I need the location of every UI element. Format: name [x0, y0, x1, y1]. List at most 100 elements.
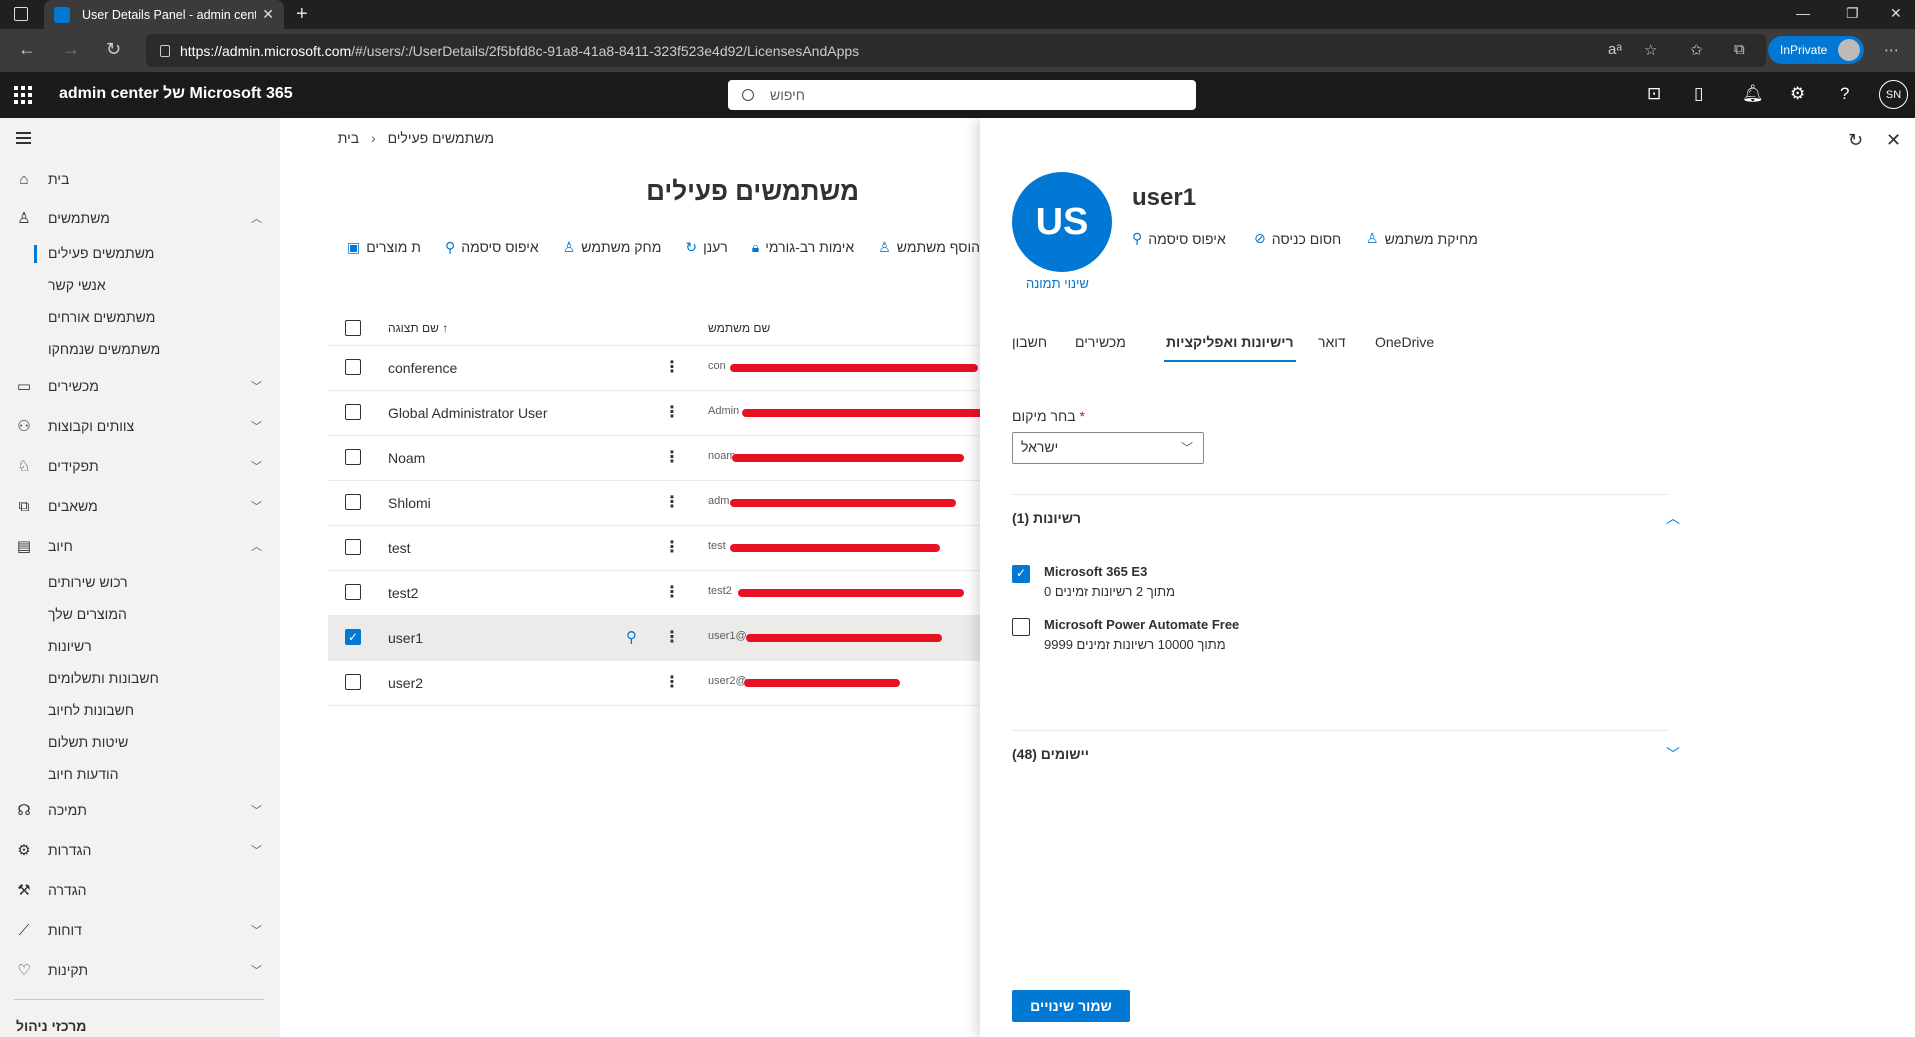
row-display-name[interactable]: Global Administrator User: [388, 405, 548, 421]
tab-mail[interactable]: דואר: [1318, 334, 1346, 350]
reset-password-action[interactable]: ⚲ איפוס סיסמה: [1132, 230, 1226, 247]
licenses-section-header[interactable]: רשיונות (1): [1012, 510, 1081, 526]
delete-user-button[interactable]: ♙ מחק משתמש: [563, 234, 662, 260]
notifications-icon[interactable]: 🔔︎: [1742, 84, 1764, 104]
terminal-icon[interactable]: ⊡: [1647, 84, 1661, 104]
more-actions-icon[interactable]: ⋮: [664, 672, 680, 692]
chevron-up-icon[interactable]: ︿: [1666, 508, 1680, 528]
search-box[interactable]: חיפוש: [728, 80, 1196, 110]
panel-close-icon[interactable]: ✕: [1886, 130, 1901, 151]
more-actions-icon[interactable]: ⋮: [664, 582, 680, 602]
save-changes-button[interactable]: שמור שינויים: [1012, 990, 1130, 1022]
select-all-checkbox[interactable]: [345, 320, 361, 336]
row-checkbox[interactable]: [345, 404, 361, 420]
back-icon[interactable]: ←: [18, 39, 36, 60]
license-checkbox-checked[interactable]: ✓: [1012, 565, 1030, 583]
block-sign-in-action[interactable]: ⊘ חסום כניסה: [1254, 230, 1341, 247]
collapse-nav-icon[interactable]: [16, 132, 31, 147]
nav-support[interactable]: ☊ תמיכה ﹀: [0, 794, 280, 826]
tab-licenses-apps[interactable]: רישיונות ואפליקציות: [1164, 334, 1296, 362]
tab-account[interactable]: חשבון: [1012, 334, 1047, 350]
license-checkbox[interactable]: [1012, 618, 1030, 636]
row-display-name[interactable]: conference: [388, 360, 457, 376]
table-row[interactable]: conference ⋮ con: [328, 346, 980, 391]
table-row-selected[interactable]: ✓ user1 ⚲ ⋮ user1@: [328, 616, 980, 661]
nav-home[interactable]: ⌂ בית: [0, 163, 280, 195]
row-display-name[interactable]: Noam: [388, 450, 425, 466]
more-menu-icon[interactable]: ⋯: [1884, 41, 1899, 59]
nav-active-users[interactable]: משתמשים פעילים: [33, 245, 154, 263]
restore-icon[interactable]: ❐: [1846, 5, 1859, 22]
tab-onedrive[interactable]: OneDrive: [1375, 334, 1434, 350]
row-checkbox-checked[interactable]: ✓: [345, 629, 361, 645]
tab-close-icon[interactable]: ✕: [262, 6, 274, 23]
nav-deleted-users[interactable]: משתמשים שנמחקו: [48, 341, 160, 357]
more-actions-icon[interactable]: ⋮: [664, 447, 680, 467]
add-user-button[interactable]: ♙ הוסף משתמש: [878, 234, 980, 260]
more-actions-icon[interactable]: ⋮: [664, 627, 680, 647]
row-display-name[interactable]: Shlomi: [388, 495, 431, 511]
account-avatar[interactable]: SN: [1879, 80, 1908, 109]
collections-icon[interactable]: ⧉: [1734, 41, 1745, 58]
nav-billing-notifications[interactable]: הודעות חיוב: [48, 766, 118, 782]
help-icon[interactable]: ?: [1840, 84, 1849, 104]
reset-password-button[interactable]: ⚲ איפוס סיסמה: [445, 234, 539, 260]
search-user-icon[interactable]: ⚲: [626, 628, 637, 646]
window-menu-icon[interactable]: [14, 7, 28, 21]
row-checkbox[interactable]: [345, 449, 361, 465]
favorites-icon[interactable]: ✩: [1690, 41, 1703, 59]
read-aloud-icon[interactable]: a͏ᵃ: [1608, 41, 1622, 58]
inprivate-badge[interactable]: InPrivate: [1768, 36, 1864, 64]
nav-licenses[interactable]: רשיונות: [48, 638, 92, 654]
table-row[interactable]: test2 ⋮ test2: [328, 571, 980, 616]
table-row[interactable]: Shlomi ⋮ adm: [328, 481, 980, 526]
chevron-down-icon[interactable]: ﹀: [1666, 744, 1680, 764]
table-row[interactable]: Global Administrator User ⋮ Admin: [328, 391, 994, 436]
location-dropdown[interactable]: ישראל ﹀: [1012, 432, 1204, 464]
url-field[interactable]: https://admin.microsoft.com /#/users/:/U…: [146, 34, 1766, 67]
new-tab-icon[interactable]: +: [296, 3, 308, 26]
table-row[interactable]: Noam ⋮ noam: [328, 436, 980, 481]
nav-billing-accounts[interactable]: חשבונות לחיוב: [48, 702, 134, 718]
refresh-button[interactable]: ↻ רענן: [685, 234, 727, 260]
more-actions-icon[interactable]: ⋮: [664, 402, 680, 422]
row-checkbox[interactable]: [345, 359, 361, 375]
tab-devices[interactable]: מכשירים: [1075, 334, 1126, 350]
mobile-app-icon[interactable]: ▯: [1694, 84, 1703, 104]
nav-health[interactable]: ♡ תקינות ﹀: [0, 954, 280, 986]
nav-resources[interactable]: ⧉ משאבים ﹀: [0, 490, 280, 522]
nav-settings[interactable]: ⚙ הגדרות ﹀: [0, 834, 280, 866]
minimize-icon[interactable]: —: [1796, 5, 1810, 21]
row-checkbox[interactable]: [345, 674, 361, 690]
row-display-name[interactable]: test2: [388, 585, 418, 601]
nav-roles[interactable]: ♘ תפקידים ﹀: [0, 450, 280, 482]
app-title[interactable]: admin center של Microsoft 365: [59, 85, 293, 103]
change-photo-link[interactable]: שינוי תמונה: [1026, 276, 1089, 291]
nav-payment-methods[interactable]: שיטות תשלום: [48, 734, 128, 750]
browser-tab[interactable]: User Details Panel - admin cente ✕: [44, 0, 284, 29]
app-launcher-icon[interactable]: [14, 86, 32, 104]
nav-users[interactable]: ♙ משתמשים ︿: [0, 202, 280, 234]
manage-products-button[interactable]: ▣ ת מוצרים: [347, 234, 421, 260]
add-favorite-icon[interactable]: ☆: [1644, 41, 1657, 59]
row-checkbox[interactable]: [345, 539, 361, 555]
delete-user-action[interactable]: ♙ מחיקת משתמש: [1366, 230, 1478, 247]
row-display-name[interactable]: user1: [388, 630, 423, 646]
col-username-header[interactable]: שם משתמש: [708, 321, 770, 335]
forward-icon[interactable]: →: [62, 39, 80, 60]
breadcrumb-home[interactable]: בית: [338, 130, 359, 146]
more-actions-icon[interactable]: ⋮: [664, 492, 680, 512]
more-actions-icon[interactable]: ⋮: [664, 357, 680, 377]
reload-icon[interactable]: ↻: [106, 39, 121, 60]
settings-gear-icon[interactable]: ⚙: [1790, 84, 1805, 104]
row-checkbox[interactable]: [345, 584, 361, 600]
apps-section-header[interactable]: יישומים (48): [1012, 746, 1089, 762]
nav-devices[interactable]: ▭ מכשירים ﹀: [0, 370, 280, 402]
col-display-name-header[interactable]: שם תצוגה ↑: [388, 321, 448, 335]
row-checkbox[interactable]: [345, 494, 361, 510]
nav-purchase-services[interactable]: רכוש שירותים: [48, 574, 128, 590]
row-display-name[interactable]: user2: [388, 675, 423, 691]
nav-your-products[interactable]: המוצרים שלך: [48, 606, 127, 622]
nav-contacts[interactable]: אנשי קשר: [48, 277, 106, 293]
nav-billing[interactable]: ▤ חיוב ︿: [0, 530, 280, 562]
